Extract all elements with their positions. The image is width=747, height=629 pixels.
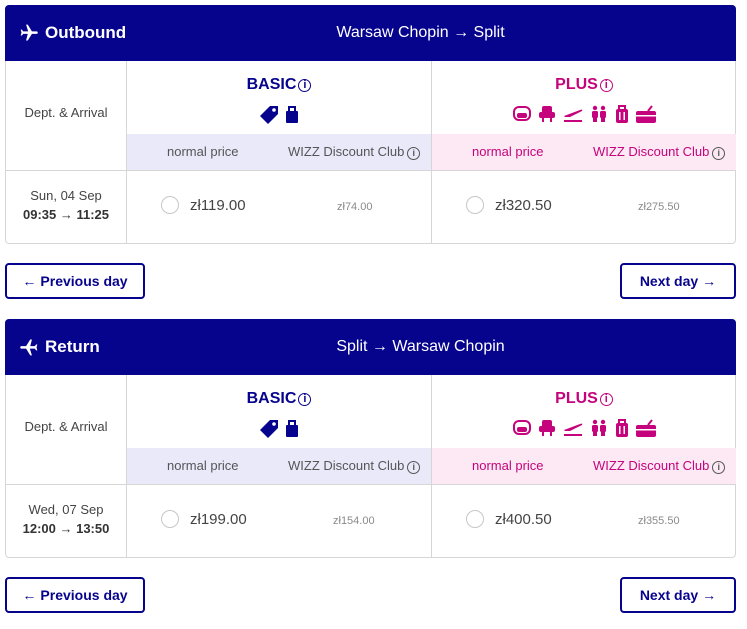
basic-normal-price-label: normal price (167, 144, 239, 159)
luggage-icon (615, 105, 628, 123)
return-basic-discount-price: zł154.00 (333, 515, 375, 527)
return-fare-table: Dept. & Arrival Wed, 07 Sep 12:00 → 13:5… (5, 375, 736, 558)
arrow-left-icon: ← (22, 273, 37, 289)
basic-fare-title: BASIC i (127, 76, 431, 94)
outbound-previous-day-button[interactable]: ← Previous day (5, 263, 145, 299)
plus-discount-club-label: WIZZ Discount Club i (593, 458, 726, 474)
priority-icon (591, 105, 606, 122)
plus-subheader: normal price WIZZ Discount Club i (432, 448, 736, 484)
outbound-route: Warsaw Chopin → Split (336, 24, 505, 41)
info-icon[interactable]: i (712, 461, 726, 474)
plane-takeoff-icon (563, 423, 582, 436)
info-icon[interactable]: i (407, 461, 421, 474)
info-icon[interactable]: i (298, 393, 312, 406)
basic-subheader: normal price WIZZ Discount Club i (127, 448, 431, 484)
outbound-header: Outbound Warsaw Chopin → Split (5, 5, 736, 61)
seat-select-icon (538, 106, 555, 122)
return-header: Return Split → Warsaw Chopin (5, 319, 736, 375)
seat-icon (512, 106, 531, 121)
return-next-day-button[interactable]: Next day → (620, 577, 736, 613)
outbound-next-day-button[interactable]: Next day → (620, 263, 736, 299)
return-previous-day-button[interactable]: ← Previous day (5, 577, 145, 613)
return-section: Return Split → Warsaw Chopin Dept. & Arr… (5, 319, 736, 558)
outbound-date: Sun, 04 Sep (30, 188, 102, 203)
info-icon[interactable]: i (407, 147, 421, 160)
plus-fare-title: PLUS i (432, 76, 736, 94)
basic-subheader: normal price WIZZ Discount Club i (127, 134, 431, 170)
basic-fare-title: BASIC i (127, 390, 431, 408)
bag-icon (286, 420, 298, 437)
seat-select-icon (538, 420, 555, 436)
tag-icon (260, 420, 278, 438)
arrow-right-icon: → (702, 587, 717, 603)
tag-icon (260, 106, 278, 124)
outbound-plus-discount-price: zł275.50 (638, 201, 680, 213)
outbound-basic-price[interactable]: zł119.00 (190, 197, 246, 214)
plus-icons (432, 104, 736, 124)
info-icon[interactable]: i (599, 79, 613, 92)
basic-discount-club-label: WIZZ Discount Club i (288, 458, 421, 474)
luggage-icon (615, 419, 628, 437)
plus-normal-price-label: normal price (472, 144, 544, 159)
outbound-time: 09:35 → 11:25 (22, 207, 109, 222)
outbound-basic-radio[interactable] (161, 196, 179, 214)
outbound-plus-radio[interactable] (466, 196, 484, 214)
plus-icons (432, 418, 736, 438)
return-basic-radio[interactable] (161, 510, 179, 528)
bag-icon (286, 106, 298, 123)
return-route: Split → Warsaw Chopin (336, 338, 505, 355)
return-plus-discount-price: zł355.50 (638, 515, 680, 527)
outbound-section: Outbound Warsaw Chopin → Split Dept. & A… (5, 5, 736, 244)
dept-arrival-label: Dept. & Arrival (24, 105, 108, 120)
outbound-plus-price[interactable]: zł320.50 (495, 197, 552, 214)
outbound-fare-table: Dept. & Arrival Sun, 04 Sep 09:35 → 11:2… (5, 61, 736, 244)
arrow-left-icon: ← (22, 587, 37, 603)
arrow-right-icon: → (702, 273, 717, 289)
info-icon[interactable]: i (599, 393, 613, 406)
return-time: 12:00 → 13:50 (22, 521, 110, 536)
plus-normal-price-label: normal price (472, 458, 544, 473)
plus-subheader: normal price WIZZ Discount Club i (432, 134, 736, 170)
priority-icon (591, 419, 606, 436)
return-basic-price[interactable]: zł199.00 (190, 511, 247, 528)
info-icon[interactable]: i (712, 147, 726, 160)
plane-takeoff-icon (563, 109, 582, 122)
dept-arrival-label: Dept. & Arrival (24, 419, 108, 434)
outbound-basic-discount-price: zł74.00 (337, 201, 373, 213)
basic-icons (127, 418, 431, 438)
basic-icons (127, 104, 431, 124)
return-date: Wed, 07 Sep (28, 502, 104, 517)
plus-discount-club-label: WIZZ Discount Club i (593, 144, 726, 160)
basic-normal-price-label: normal price (167, 458, 239, 473)
basic-discount-club-label: WIZZ Discount Club i (288, 144, 421, 160)
seat-icon (512, 420, 531, 435)
cabin-bag-icon (635, 105, 656, 123)
cabin-bag-icon (635, 419, 656, 437)
return-plus-price[interactable]: zł400.50 (495, 511, 552, 528)
plus-fare-title: PLUS i (432, 390, 736, 408)
info-icon[interactable]: i (298, 79, 312, 92)
return-plus-radio[interactable] (466, 510, 484, 528)
